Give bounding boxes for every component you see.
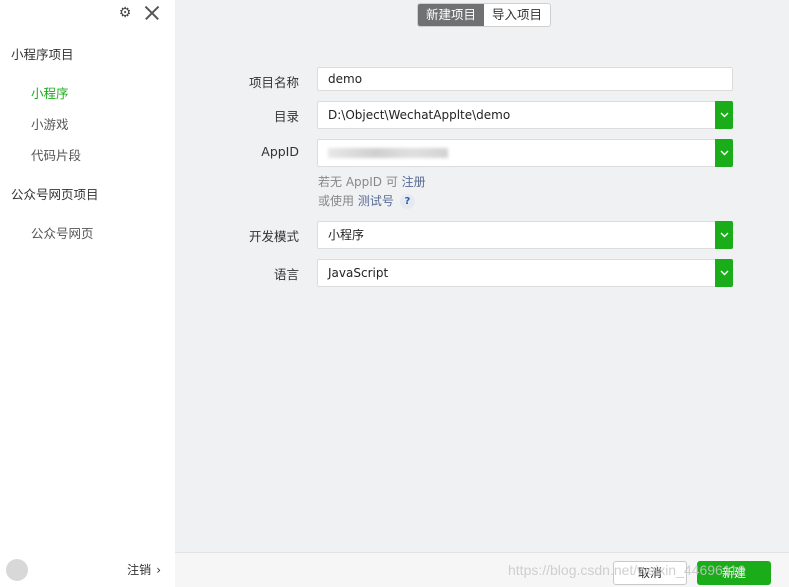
test-account-link[interactable]: 测试号: [358, 194, 394, 208]
directory-label: 目录: [273, 109, 299, 124]
help-icon[interactable]: ?: [399, 194, 415, 209]
watermark: https://blog.csdn.net/weixin_44696116: [508, 562, 746, 578]
project-type-tabs: 新建项目 导入项目: [417, 3, 552, 27]
sidebar-footer: 注销 ›: [0, 552, 175, 587]
dev-mode-value: 小程序: [328, 228, 365, 242]
directory-input[interactable]: D:\Object\WechatApplte\demo: [317, 101, 733, 129]
form-row-dev-mode: 开发模式 小程序: [175, 221, 789, 249]
tab-import-project[interactable]: 导入项目: [484, 4, 550, 26]
directory-value: D:\Object\WechatApplte\demo: [328, 108, 511, 122]
nav-item-official-account-web[interactable]: 公众号网页: [31, 223, 94, 242]
directory-dropdown-button[interactable]: [715, 101, 733, 129]
chevron-down-icon: [720, 150, 728, 156]
language-value: JavaScript: [328, 266, 389, 280]
appid-value-redacted: [328, 147, 448, 158]
appid-dropdown-button[interactable]: [715, 139, 733, 167]
logout-button[interactable]: 注销 ›: [127, 561, 161, 578]
form-row-language: 语言 JavaScript: [175, 259, 789, 287]
register-link[interactable]: 注册: [402, 175, 426, 189]
register-hint-text: 若无 AppID 可: [318, 175, 402, 189]
language-label: 语言: [273, 267, 299, 282]
form-row-appid: AppID: [175, 139, 789, 167]
test-account-hint: 或使用 测试号?: [318, 192, 415, 209]
settings-gear-icon[interactable]: ⚙: [117, 5, 133, 21]
close-icon[interactable]: [143, 4, 161, 22]
logout-label: 注销: [127, 563, 152, 577]
avatar[interactable]: [6, 558, 28, 581]
dev-mode-dropdown-button[interactable]: [715, 221, 733, 249]
chevron-down-icon: [720, 270, 728, 276]
sidebar-top-icons: ⚙: [117, 4, 161, 22]
sidebar: ⚙ 小程序项目 小程序 小游戏 代码片段 公众号网页项目 公众号网页 注销 ›: [0, 0, 175, 587]
main-panel: 新建项目 导入项目 项目名称 demo 目录 D:\Object\WechatA…: [175, 0, 789, 552]
section-title-official-account: 公众号网页项目: [11, 187, 99, 202]
chevron-down-icon: [720, 112, 728, 118]
dev-mode-select[interactable]: 小程序: [317, 221, 733, 249]
language-dropdown-button[interactable]: [715, 259, 733, 287]
appid-label: AppID: [261, 144, 299, 159]
dev-mode-label: 开发模式: [248, 229, 299, 244]
form-row-project-name: 项目名称 demo: [175, 67, 789, 95]
project-name-input[interactable]: demo: [317, 67, 733, 91]
language-select[interactable]: JavaScript: [317, 259, 733, 287]
chevron-right-icon: ›: [156, 562, 161, 577]
section-title-miniprogram: 小程序项目: [11, 47, 74, 62]
nav-item-code-snippet[interactable]: 代码片段: [31, 145, 81, 164]
bottom-action-bar: 取消 新建 https://blog.csdn.net/weixin_44696…: [175, 552, 789, 587]
nav-item-minigame[interactable]: 小游戏: [31, 114, 69, 133]
form-row-directory: 目录 D:\Object\WechatApplte\demo: [175, 101, 789, 129]
chevron-down-icon: [720, 232, 728, 238]
appid-input[interactable]: [317, 139, 733, 167]
nav-item-miniprogram[interactable]: 小程序: [31, 83, 69, 102]
appid-register-hint: 若无 AppID 可 注册: [318, 173, 426, 190]
test-account-hint-text: 或使用: [318, 194, 358, 208]
project-name-label: 项目名称: [248, 75, 299, 90]
tab-new-project[interactable]: 新建项目: [418, 4, 485, 26]
